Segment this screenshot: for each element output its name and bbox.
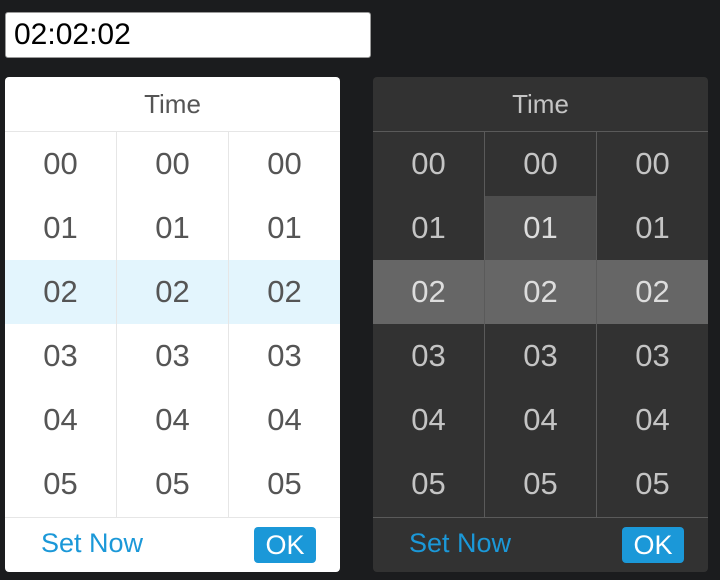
hours-column[interactable]: 00 01 02 03 04 05 [373, 132, 484, 517]
second-option[interactable]: 03 [597, 324, 708, 388]
minute-option[interactable]: 01 [117, 196, 228, 260]
hour-option[interactable]: 05 [373, 452, 484, 516]
minute-option[interactable]: 04 [117, 388, 228, 452]
minute-option[interactable]: 03 [117, 324, 228, 388]
second-option[interactable]: 05 [229, 452, 340, 516]
seconds-column[interactable]: 00 01 02 03 04 05 [596, 132, 708, 517]
hour-option[interactable]: 01 [373, 196, 484, 260]
hours-column[interactable]: 00 01 02 03 04 05 [5, 132, 116, 517]
picker-columns: 00 01 02 03 04 05 00 01 02 03 04 05 00 0… [5, 132, 340, 518]
minute-option[interactable]: 00 [117, 132, 228, 196]
minute-option[interactable]: 04 [485, 388, 596, 452]
time-picker-light: Time 00 01 02 03 04 05 00 01 02 03 04 05… [5, 77, 340, 572]
hour-option[interactable]: 04 [373, 388, 484, 452]
minute-option-hovered[interactable]: 01 [485, 196, 596, 260]
second-option[interactable]: 05 [597, 452, 708, 516]
hour-option[interactable]: 00 [5, 132, 116, 196]
hour-option[interactable]: 05 [5, 452, 116, 516]
second-option-selected[interactable]: 02 [597, 260, 708, 324]
second-option[interactable]: 00 [229, 132, 340, 196]
minute-option[interactable]: 05 [485, 452, 596, 516]
picker-footer: Set Now OK [5, 518, 340, 572]
hour-option[interactable]: 01 [5, 196, 116, 260]
minute-option[interactable]: 05 [117, 452, 228, 516]
picker-title: Time [373, 77, 708, 132]
minute-option[interactable]: 00 [485, 132, 596, 196]
second-option[interactable]: 04 [597, 388, 708, 452]
picker-footer: Set Now OK [373, 518, 708, 572]
second-option[interactable]: 01 [597, 196, 708, 260]
time-input[interactable] [5, 12, 371, 58]
second-option[interactable]: 01 [229, 196, 340, 260]
set-now-button[interactable]: Set Now [409, 528, 511, 559]
seconds-column[interactable]: 00 01 02 03 04 05 [228, 132, 340, 517]
picker-columns: 00 01 02 03 04 05 00 01 02 03 04 05 00 0… [373, 132, 708, 518]
minutes-column[interactable]: 00 01 02 03 04 05 [484, 132, 596, 517]
hour-option[interactable]: 03 [5, 324, 116, 388]
hour-option-selected[interactable]: 02 [373, 260, 484, 324]
hour-option[interactable]: 04 [5, 388, 116, 452]
minute-option[interactable]: 03 [485, 324, 596, 388]
picker-title: Time [5, 77, 340, 132]
second-option[interactable]: 00 [597, 132, 708, 196]
minute-option-selected[interactable]: 02 [117, 260, 228, 324]
second-option-selected[interactable]: 02 [229, 260, 340, 324]
set-now-button[interactable]: Set Now [41, 528, 143, 559]
ok-button[interactable]: OK [254, 527, 316, 563]
ok-button[interactable]: OK [622, 527, 684, 563]
minutes-column[interactable]: 00 01 02 03 04 05 [116, 132, 228, 517]
hour-option[interactable]: 00 [373, 132, 484, 196]
time-picker-dark: Time 00 01 02 03 04 05 00 01 02 03 04 05… [373, 77, 708, 572]
hour-option[interactable]: 03 [373, 324, 484, 388]
second-option[interactable]: 04 [229, 388, 340, 452]
hour-option-selected[interactable]: 02 [5, 260, 116, 324]
minute-option-selected[interactable]: 02 [485, 260, 596, 324]
second-option[interactable]: 03 [229, 324, 340, 388]
